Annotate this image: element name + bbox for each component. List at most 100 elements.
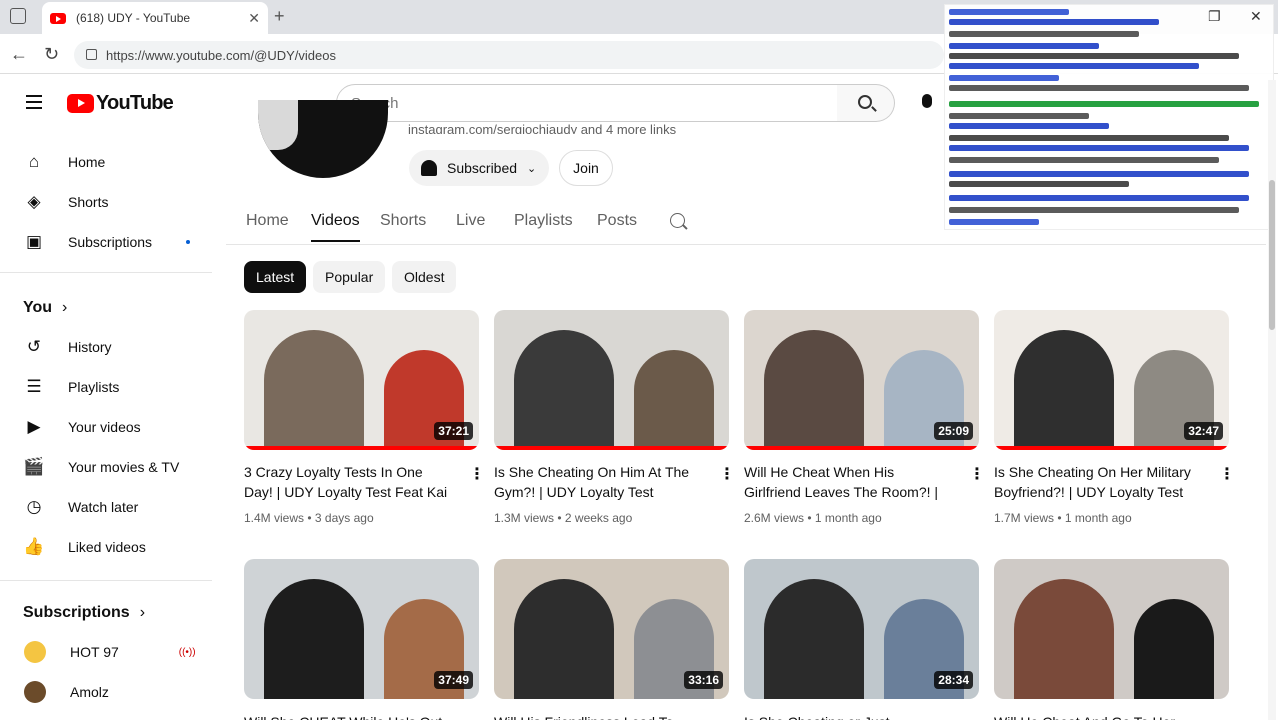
your-videos-icon: ▶ (27, 417, 41, 436)
sidebar-item-label: Your videos (68, 419, 141, 435)
chip-oldest[interactable]: Oldest (392, 261, 457, 293)
scrollbar[interactable] (1268, 80, 1276, 720)
tab-home[interactable]: Home (246, 212, 289, 230)
search-input[interactable]: Search (336, 84, 838, 122)
subscriptions-label: Subscriptions (23, 604, 130, 621)
more-options-icon[interactable]: ⋮ (1219, 464, 1235, 484)
video-title[interactable]: Is She Cheating On Her Military Boyfrien… (994, 462, 1204, 502)
tab-actions-icon[interactable] (10, 8, 26, 24)
join-button[interactable]: Join (559, 150, 613, 186)
sidebar-item-label: Home (68, 154, 106, 170)
back-icon[interactable]: ← (10, 44, 28, 65)
sidebar-item-liked-videos[interactable]: 👍 Liked videos (0, 527, 210, 567)
menu-icon[interactable] (26, 95, 42, 113)
thumbnail-figure (264, 330, 364, 450)
tab-title: (618) UDY - YouTube (76, 11, 191, 25)
sidebar-item-history[interactable]: ↺ History (0, 327, 210, 367)
video-title[interactable]: Will He Cheat And Go To Her... (994, 714, 1204, 720)
you-section-title[interactable]: You › (23, 299, 67, 317)
video-title[interactable]: Will His Friendliness Lead To... (494, 714, 704, 720)
subscribed-label: Subscribed (447, 160, 518, 176)
sidebar-divider (0, 580, 212, 581)
more-options-icon[interactable]: ⋮ (719, 464, 735, 484)
chip-latest[interactable]: Latest (244, 261, 307, 293)
reload-icon[interactable]: ↻ (44, 44, 59, 65)
duration-badge: 33:16 (684, 671, 723, 689)
subscription-label: Amolz (70, 684, 109, 700)
tab-posts[interactable]: Posts (597, 212, 637, 230)
video-title[interactable]: 3 Crazy Loyalty Tests In One Day! | UDY … (244, 462, 454, 502)
subscribed-button[interactable]: Subscribed ⌄ (409, 150, 549, 186)
sidebar-item-your-videos[interactable]: ▶ Your videos (0, 407, 210, 447)
video-title[interactable]: Will He Cheat When His Girlfriend Leaves… (744, 462, 954, 502)
browser-tab[interactable]: (618) UDY - YouTube ✕ (42, 2, 268, 34)
view-count: 1.7M views (994, 511, 1055, 525)
video-thumbnail[interactable]: 37:49 (244, 559, 479, 699)
clock-icon: ◷ (26, 497, 42, 516)
bell-icon (421, 160, 437, 176)
sidebar-item-shorts[interactable]: ◈ Shorts (0, 182, 210, 222)
channel-search-icon[interactable] (670, 213, 685, 228)
subscriptions-section-title[interactable]: Subscriptions › (23, 604, 145, 622)
tab-videos[interactable]: Videos (311, 212, 360, 242)
video-title[interactable]: Is She Cheating or Just Dancing?!... (744, 714, 954, 720)
video-thumbnail[interactable]: 25:09 (744, 310, 979, 450)
more-options-icon[interactable]: ⋮ (969, 464, 985, 484)
video-thumbnail[interactable] (994, 559, 1229, 699)
video-meta: 1.3M views • 2 weeks ago (494, 511, 632, 525)
duration-badge: 25:09 (934, 422, 973, 440)
meta-separator: • (304, 511, 315, 525)
duration-badge: 32:47 (1184, 422, 1223, 440)
watch-progress-bar (994, 446, 1229, 450)
close-tab-icon[interactable]: ✕ (248, 10, 260, 27)
sidebar-divider (0, 272, 212, 273)
site-info-icon[interactable] (86, 49, 97, 60)
search-button[interactable] (837, 84, 895, 122)
video-title[interactable]: Is She Cheating On Him At The Gym?! | UD… (494, 462, 704, 502)
sidebar-item-label: Subscriptions (68, 234, 153, 250)
chat-overlay (944, 4, 1274, 230)
sidebar-item-watch-later[interactable]: ◷ Watch later (0, 487, 210, 527)
duration-badge: 37:21 (434, 422, 473, 440)
video-thumbnail[interactable] (494, 310, 729, 450)
live-icon: ((•)) (178, 646, 196, 658)
video-title[interactable]: Will She CHEAT While He's Out Of... (244, 714, 454, 720)
sidebar-item-home[interactable]: ⌂ Home (0, 142, 210, 182)
sidebar-item-label: Watch later (68, 499, 139, 515)
view-count: 1.4M views (244, 511, 305, 525)
sidebar-item-playlists[interactable]: ☰ Playlists (0, 367, 210, 407)
chip-popular[interactable]: Popular (313, 261, 386, 293)
thumbnail-figure (764, 579, 864, 699)
microphone-icon[interactable] (922, 94, 932, 108)
sidebar-item-subscriptions[interactable]: ▣ Subscriptions (0, 222, 210, 262)
thumbnail-figure (764, 330, 864, 450)
channel-links[interactable]: instagram.com/sergiochiaudy and 4 more l… (408, 122, 676, 134)
close-window-icon[interactable]: ✕ (1250, 8, 1262, 25)
video-meta: 2.6M views • 1 month ago (744, 511, 882, 525)
tab-shorts[interactable]: Shorts (380, 212, 426, 230)
subscription-item[interactable]: Amolz (0, 672, 210, 712)
video-thumbnail[interactable]: 32:47 (994, 310, 1229, 450)
url-field[interactable]: https://www.youtube.com/@UDY/videos (74, 41, 944, 69)
video-thumbnail[interactable]: 37:21 (244, 310, 479, 450)
subscription-item[interactable]: HOT 97 ((•)) (0, 632, 210, 672)
upload-age: 1 month ago (1064, 511, 1132, 525)
video-meta: 1.4M views • 3 days ago (244, 511, 374, 525)
thumbnail-figure (1014, 330, 1114, 450)
youtube-logo[interactable]: YouTube (67, 92, 174, 115)
video-thumbnail[interactable]: 28:34 (744, 559, 979, 699)
tab-live[interactable]: Live (456, 212, 485, 230)
new-tab-icon[interactable]: + (274, 6, 285, 27)
sidebar-item-label: Your movies & TV (68, 459, 180, 475)
watch-progress-bar (494, 446, 729, 450)
duration-badge: 28:34 (934, 671, 973, 689)
thumbnail-figure (1134, 599, 1214, 699)
tab-playlists[interactable]: Playlists (514, 212, 573, 230)
restore-window-icon[interactable]: ❐ (1208, 8, 1221, 25)
channel-avatar (24, 681, 46, 703)
tabs-divider (226, 244, 1266, 245)
sidebar-item-your-movies-tv[interactable]: 🎬 Your movies & TV (0, 447, 210, 487)
new-content-dot (186, 240, 191, 244)
video-thumbnail[interactable]: 33:16 (494, 559, 729, 699)
more-options-icon[interactable]: ⋮ (469, 464, 485, 484)
